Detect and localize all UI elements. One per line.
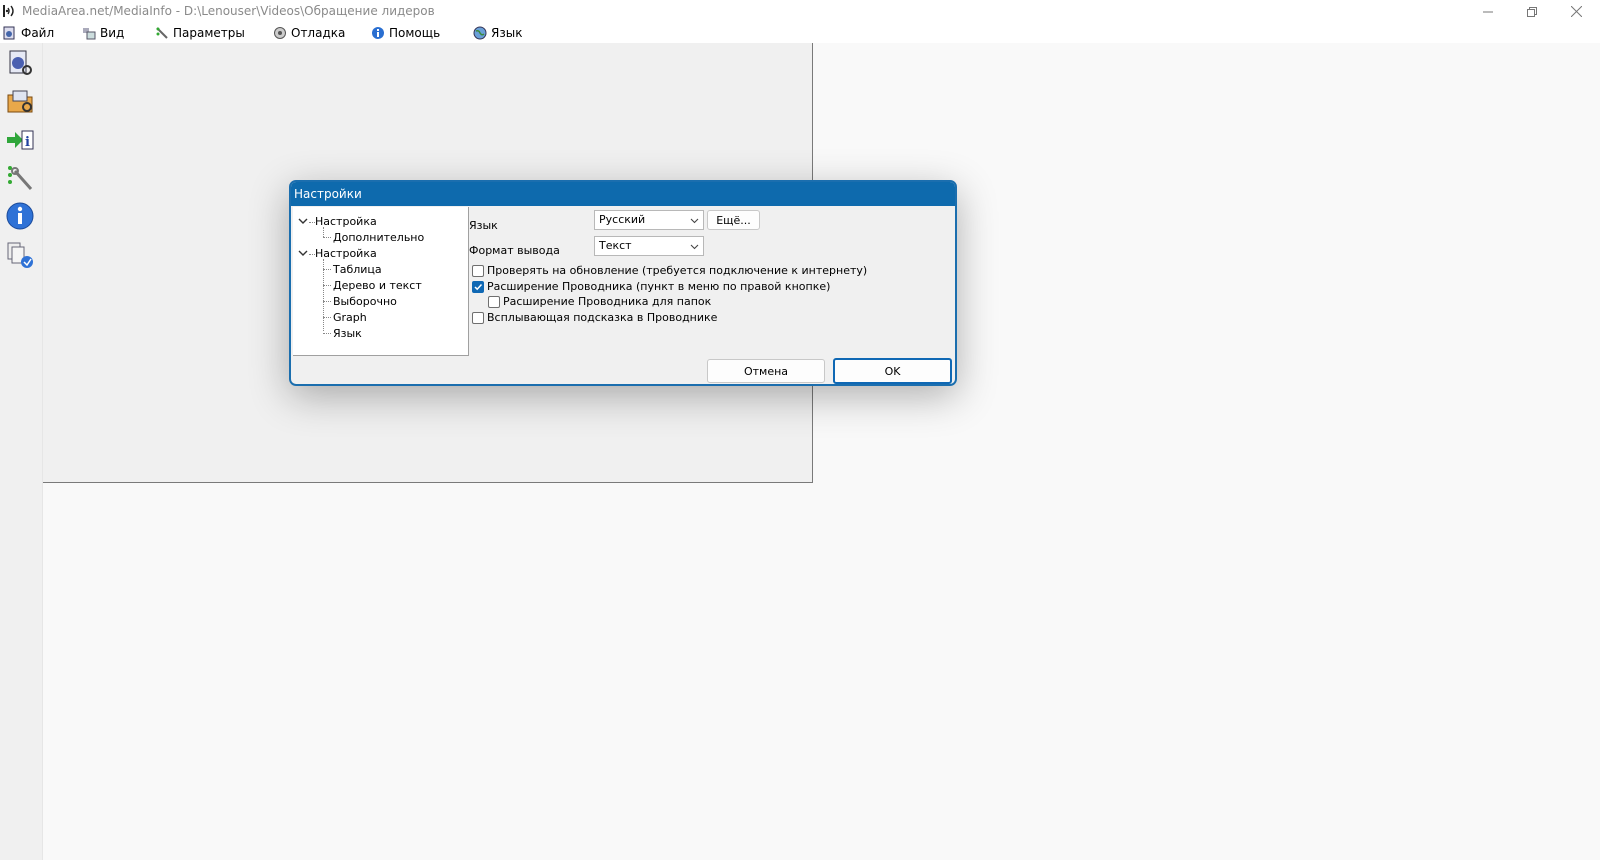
menu-view[interactable]: Вид	[82, 23, 124, 43]
export-icon: i	[7, 130, 34, 150]
tree-line	[323, 333, 331, 334]
menu-debug-label: Отладка	[291, 26, 346, 40]
globe-icon	[473, 26, 487, 40]
chevron-down-icon	[690, 218, 699, 224]
check-updates-label: Проверять на обновление (требуется подкл…	[487, 264, 868, 277]
menu-language-label: Язык	[491, 26, 523, 40]
more-languages-button[interactable]: Ещё...	[707, 210, 760, 230]
help-info-icon	[372, 27, 384, 39]
about-icon	[6, 202, 34, 230]
chevron-down-icon[interactable]	[298, 216, 308, 226]
open-folder-icon	[7, 90, 33, 113]
knowledge-base-icon	[7, 242, 33, 268]
restore-button[interactable]	[1510, 0, 1554, 23]
chevron-down-icon	[690, 244, 699, 250]
ok-button[interactable]: OK	[833, 358, 952, 384]
close-button[interactable]	[1554, 0, 1598, 23]
export-button[interactable]: i	[3, 123, 37, 157]
tree-line	[323, 269, 331, 270]
tree-item-settings-2[interactable]: Настройка	[315, 247, 377, 260]
tree-line	[323, 227, 324, 237]
menu-file[interactable]: Файл	[3, 23, 54, 43]
tree-item-graph[interactable]: Graph	[333, 311, 367, 324]
output-format-select[interactable]: Текст	[594, 236, 704, 256]
explorer-folders-checkbox[interactable]	[488, 296, 500, 308]
menu-parameters[interactable]: Параметры	[155, 23, 245, 43]
check-updates-checkbox[interactable]	[472, 265, 484, 277]
explorer-folders-label: Расширение Проводника для папок	[503, 295, 712, 308]
settings-dialog: Настройки Настройка Дополнительно Настро…	[289, 180, 957, 386]
explorer-tooltip-checkbox[interactable]	[472, 312, 484, 324]
open-file-icon	[9, 50, 32, 75]
tree-line	[323, 317, 331, 318]
menu-help[interactable]: Помощь	[371, 23, 440, 43]
restore-icon	[1527, 6, 1537, 17]
knowledge-base-button[interactable]	[3, 238, 37, 272]
tree-line	[323, 285, 331, 286]
window-title: MediaArea.net/MediaInfo - D:\Lenouser\Vi…	[22, 4, 435, 18]
tree-item-settings[interactable]: Настройка	[315, 215, 377, 228]
tree-line	[323, 237, 331, 238]
menu-parameters-label: Параметры	[173, 26, 245, 40]
tree-item-advanced[interactable]: Дополнительно	[333, 231, 424, 244]
minimize-button[interactable]	[1466, 0, 1510, 23]
debug-icon	[274, 27, 286, 39]
explorer-extension-label: Расширение Проводника (пункт в меню по п…	[487, 280, 831, 293]
chevron-down-icon[interactable]	[298, 248, 308, 258]
open-folder-button[interactable]	[3, 84, 37, 118]
file-media-icon	[3, 26, 15, 40]
language-select-value: Русский	[599, 213, 646, 226]
explorer-tooltip-label: Всплывающая подсказка в Проводнике	[487, 311, 718, 324]
preferences-icon	[8, 166, 33, 190]
menu-debug[interactable]: Отладка	[273, 23, 345, 43]
tree-item-language[interactable]: Язык	[333, 327, 362, 340]
preferences-button[interactable]	[3, 161, 37, 195]
tree-item-custom[interactable]: Выборочно	[333, 295, 397, 308]
dialog-title: Настройки	[291, 182, 955, 206]
output-format-label: Формат вывода	[469, 244, 560, 257]
tree-item-tree-and-text[interactable]: Дерево и текст	[333, 279, 422, 292]
explorer-extension-checkbox[interactable]	[472, 281, 484, 293]
settings-tree[interactable]: Настройка Дополнительно Настройка Таблиц…	[293, 207, 469, 356]
view-icon	[83, 28, 96, 40]
title-bar: MediaArea.net/MediaInfo - D:\Lenouser\Vi…	[0, 0, 1600, 23]
language-select[interactable]: Русский	[594, 210, 704, 230]
minimize-icon	[1483, 11, 1493, 12]
tree-line	[323, 301, 331, 302]
tree-item-table[interactable]: Таблица	[333, 263, 382, 276]
close-icon	[1570, 6, 1582, 17]
cancel-button[interactable]: Отмена	[707, 359, 825, 383]
settings-tools-icon	[156, 27, 168, 39]
menu-language[interactable]: Язык	[473, 23, 522, 43]
menu-bar: Файл Вид Параметры Отладка Помощь Язык	[0, 23, 1600, 43]
mediainfo-app-icon	[3, 5, 14, 17]
menu-file-label: Файл	[21, 26, 55, 40]
left-toolbar: i	[0, 43, 43, 860]
open-file-button[interactable]	[3, 46, 37, 80]
checkmark-icon	[474, 283, 483, 291]
menu-view-label: Вид	[100, 26, 125, 40]
svg-text:i: i	[25, 135, 30, 150]
about-button[interactable]	[3, 199, 37, 233]
output-format-select-value: Текст	[599, 239, 632, 252]
language-label: Язык	[469, 219, 498, 232]
menu-help-label: Помощь	[389, 26, 441, 40]
